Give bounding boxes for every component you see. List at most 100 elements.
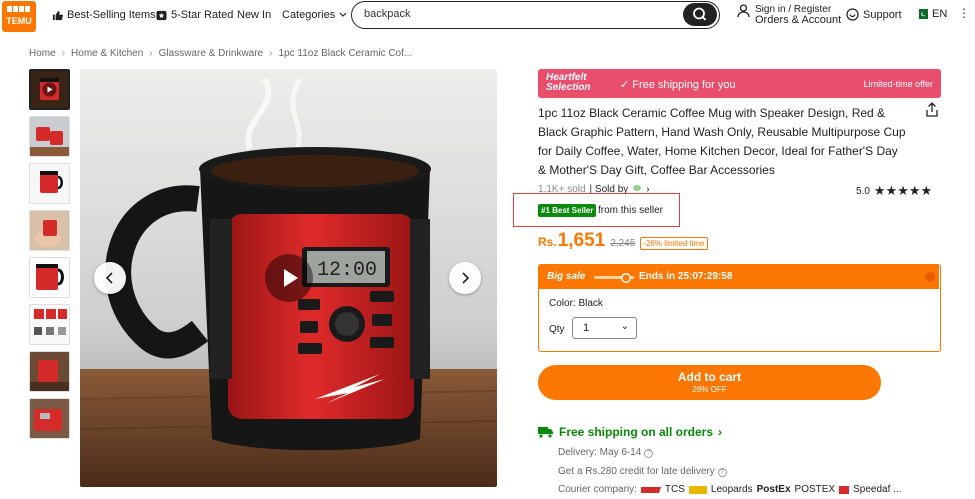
thumbnail-image[interactable] bbox=[29, 116, 70, 157]
thumbnail-image[interactable] bbox=[29, 398, 70, 439]
sale-header: Big sale Ends in 25:07:29:58 bbox=[539, 265, 939, 289]
courier-postex-logo: PostEx bbox=[756, 484, 791, 495]
main-product-image[interactable]: 12:00 bbox=[80, 69, 497, 487]
next-image-button[interactable] bbox=[449, 262, 481, 294]
search-icon bbox=[693, 7, 707, 21]
language-label: EN bbox=[932, 8, 948, 20]
courier-speedaf: Speedaf ... bbox=[853, 484, 902, 495]
breadcrumb: Home › Home & Kitchen › Glassware & Drinkw… bbox=[29, 48, 412, 59]
star-rating-icon: ★★★★★ bbox=[873, 183, 933, 198]
courier-info: Courier company: TCS Leopards PostEx POS… bbox=[558, 484, 901, 495]
nav-five-star[interactable]: 5-Star Rated bbox=[156, 9, 233, 21]
qty-value: 1 bbox=[583, 322, 590, 334]
search-input[interactable] bbox=[364, 8, 664, 20]
tcs-logo-icon bbox=[640, 486, 661, 493]
discount-badge: -26% limited time bbox=[640, 237, 708, 250]
info-icon[interactable]: ? bbox=[717, 468, 727, 477]
late-credit-text: Get a Rs.280 credit for late delivery bbox=[558, 466, 715, 477]
search-button[interactable] bbox=[683, 3, 717, 26]
prev-image-button[interactable] bbox=[94, 262, 126, 294]
thumbnail-image[interactable] bbox=[29, 257, 70, 298]
courier-tcs: TCS bbox=[664, 484, 685, 495]
nav-label: 5-Star Rated bbox=[171, 9, 234, 21]
language-selector[interactable]: EN bbox=[916, 8, 947, 20]
chevron-right-icon bbox=[462, 272, 470, 284]
star-badge-icon bbox=[156, 10, 167, 20]
thumbnail-image[interactable] bbox=[29, 210, 70, 251]
banner-limited-time: Limited-time offer bbox=[863, 79, 933, 89]
nav-label: Best-Selling Items bbox=[67, 9, 156, 21]
logo-text: TEMU bbox=[6, 16, 32, 26]
truck-icon bbox=[538, 427, 553, 438]
courier-label: Courier company: bbox=[558, 484, 637, 495]
price-amount: 1,651 bbox=[557, 230, 606, 251]
thumbs-up-icon bbox=[52, 10, 63, 20]
cart-discount: 26% OFF bbox=[692, 385, 727, 394]
heartfelt-selection-label: Heartfelt Selection bbox=[546, 73, 590, 93]
thumbnail-image[interactable] bbox=[29, 304, 70, 345]
breadcrumb-separator: › bbox=[61, 48, 66, 59]
nav-categories[interactable]: Categories bbox=[282, 9, 347, 21]
delivery-date: Delivery: May 6-14 bbox=[558, 447, 642, 458]
chevron-down-icon: ⌄ bbox=[620, 321, 629, 332]
price-currency: Rs. bbox=[538, 235, 557, 249]
thumbnail-video[interactable] bbox=[29, 69, 70, 110]
nav-label: Categories bbox=[282, 9, 336, 21]
clock-icon bbox=[621, 273, 631, 283]
sale-decoration bbox=[925, 272, 935, 282]
chevron-down-icon bbox=[339, 12, 347, 17]
breadcrumb-glassware[interactable]: Glassware & Drinkware bbox=[159, 48, 263, 59]
best-seller-badge: #1 Best Seller bbox=[538, 204, 597, 217]
thumbnail-image[interactable] bbox=[29, 163, 70, 204]
more-options-icon[interactable]: ⋮ bbox=[958, 6, 970, 20]
breadcrumb-separator: › bbox=[149, 48, 153, 59]
banner-free-shipping: ✓ Free shipping for you bbox=[620, 79, 736, 91]
seller-logo-icon bbox=[633, 185, 642, 191]
rating[interactable]: 5.0 ★★★★★ bbox=[856, 183, 932, 199]
color-option: Color: Black bbox=[549, 298, 603, 309]
add-to-cart-button[interactable]: Add to cart 26% OFF bbox=[538, 365, 881, 400]
search-bar bbox=[351, 1, 720, 29]
nav-best-selling[interactable]: Best-Selling Items bbox=[52, 9, 156, 21]
chevron-right-icon: › bbox=[718, 425, 723, 439]
cart-label: Add to cart bbox=[677, 370, 742, 384]
courier-postex: POSTEX bbox=[794, 484, 836, 495]
play-video-button[interactable] bbox=[265, 254, 313, 302]
banner-line-2: Selection bbox=[546, 82, 591, 93]
chat-icon bbox=[846, 8, 859, 21]
sale-countdown: Ends in 25:07:29:58 bbox=[639, 271, 733, 282]
original-price: 2,245 bbox=[610, 238, 636, 249]
chevron-left-icon bbox=[105, 272, 113, 284]
thumbnail-image[interactable] bbox=[29, 351, 70, 392]
delivery-info: Delivery: May 6-14 ? bbox=[558, 447, 654, 458]
breadcrumb-home-kitchen[interactable]: Home & Kitchen bbox=[71, 48, 143, 59]
speedaf-logo-icon bbox=[839, 485, 850, 494]
support-link[interactable]: Support bbox=[846, 8, 902, 21]
info-icon[interactable]: ? bbox=[644, 449, 654, 458]
nav-label: New In bbox=[237, 9, 272, 21]
courier-leopards: Leopards bbox=[710, 484, 753, 495]
temu-logo[interactable]: TEMU bbox=[2, 1, 36, 32]
play-icon bbox=[284, 269, 298, 287]
big-sale-label: Big sale bbox=[547, 271, 586, 282]
quantity-select[interactable]: 1 ⌄ bbox=[572, 317, 637, 339]
nav-new-in[interactable]: New In bbox=[237, 9, 271, 21]
late-credit-info: Get a Rs.280 credit for late delivery ? bbox=[558, 466, 727, 477]
breadcrumb-separator: › bbox=[269, 48, 273, 59]
account-orders: Orders & Account bbox=[755, 14, 842, 26]
header: TEMU Best-Selling Items 5-Star Rated New… bbox=[0, 0, 975, 34]
price-block: Rs. 1,651 2,245 -26% limited time bbox=[538, 230, 708, 252]
share-icon[interactable] bbox=[925, 102, 939, 123]
promo-banner: Heartfelt Selection ✓ Free shipping for … bbox=[538, 69, 941, 98]
account-menu[interactable]: Sign in / Register Orders & Account bbox=[737, 4, 841, 26]
breadcrumb-home[interactable]: Home bbox=[29, 48, 56, 59]
logo-mark bbox=[2, 5, 36, 16]
free-shipping-label: Free shipping on all orders bbox=[559, 425, 714, 439]
leopards-logo-icon bbox=[688, 485, 707, 494]
free-shipping-link[interactable]: Free shipping on all orders › bbox=[538, 425, 722, 439]
best-seller-source: from this seller bbox=[598, 205, 664, 216]
qty-label: Qty bbox=[549, 324, 565, 335]
svg-text:12:00: 12:00 bbox=[317, 259, 377, 282]
sale-box: Big sale Ends in 25:07:29:58 Color: Blac… bbox=[538, 264, 941, 352]
breadcrumb-current: 1pc 11oz Black Ceramic Cof... bbox=[278, 48, 413, 59]
